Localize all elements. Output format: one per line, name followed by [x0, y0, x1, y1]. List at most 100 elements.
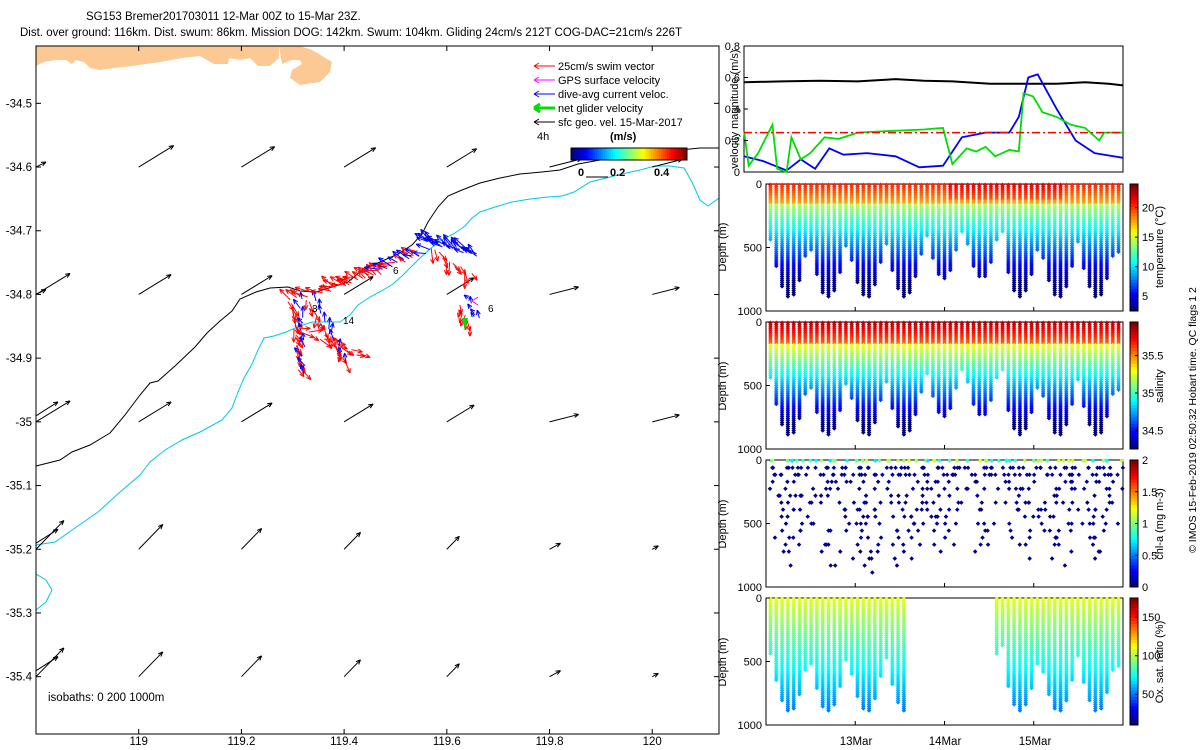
speed-colorbar-cell	[625, 148, 628, 160]
map-legend: 25cm/s swim vector GPS surface velocity …	[533, 61, 688, 179]
speed-colorbar	[570, 147, 688, 161]
speed-colorbar-cell	[637, 148, 640, 160]
speed-colorbar-cell	[669, 148, 672, 160]
colorbar-cell	[1130, 247, 1138, 252]
colorbar-cell	[1130, 272, 1138, 277]
geo-vector	[343, 532, 361, 550]
speed-colorbar-cell	[587, 148, 590, 160]
colorbar-cell	[1130, 285, 1138, 290]
map-ytick-label: -34.9	[6, 353, 32, 365]
speed-colorbar-cell	[663, 148, 666, 160]
map-xtick-label: 119.2	[227, 736, 255, 748]
geostrophic-vectors	[36, 145, 683, 678]
map-xtick-label: 119.6	[433, 736, 461, 748]
legend-net-label: net glider velocity	[558, 103, 643, 115]
geo-vector	[36, 656, 59, 672]
geo-vector	[241, 528, 262, 550]
colorbar-tick-1: 0.2	[610, 167, 625, 179]
speed-colorbar-cell	[635, 148, 638, 160]
velocity-ylabel: velocity magnitude (m/s)	[729, 49, 741, 168]
colorbar-tick-label: 15	[1142, 232, 1154, 244]
land-area	[36, 46, 279, 70]
speed-colorbar-cell	[575, 148, 578, 160]
colorbar-cell	[1130, 282, 1138, 287]
waypoint-label-6b: 6	[488, 304, 494, 315]
map-ytick-label: -34.7	[6, 226, 32, 238]
section-ytick-label: 0	[756, 179, 762, 191]
speed-colorbar-cell	[645, 148, 648, 160]
map-xtick-label: 119	[130, 736, 148, 748]
colorbar-tick-2: 0.4	[654, 167, 670, 179]
geo-vector	[446, 663, 460, 678]
speed-colorbar-cell	[597, 148, 600, 160]
colorbar-tick-label: 5	[1142, 291, 1148, 303]
colorbar-cell	[1130, 222, 1138, 226]
land-area-2	[279, 46, 332, 85]
geo-vector	[241, 146, 275, 168]
colorbar-cell	[1130, 304, 1138, 309]
speed-colorbar-cell	[623, 148, 626, 160]
map-ytick-label: -34.8	[6, 289, 32, 301]
speed-colorbar-cell	[605, 148, 608, 160]
colorbar-cell	[1130, 199, 1138, 204]
colorbar-cell	[1130, 231, 1138, 236]
colorbar-cell	[1130, 253, 1138, 258]
geo-vector	[241, 402, 273, 423]
speed-colorbar-cell	[653, 148, 656, 160]
colorbar-cell	[1130, 196, 1138, 201]
colorbar-cell	[1130, 298, 1138, 302]
speed-colorbar-cell	[629, 148, 632, 160]
speed-colorbar-cell	[667, 148, 670, 160]
velocity-frame	[743, 45, 1124, 173]
map-panel: 119 119.2 119.4 119.6 119.8 120-34.5-34.6-34.…	[6, 45, 720, 748]
colorbar-cell	[1130, 193, 1138, 198]
speed-colorbar-cell	[627, 148, 630, 160]
geo-vector	[36, 528, 59, 544]
section-ytick-label: 500	[744, 243, 762, 255]
waypoint-label-3: 3	[312, 304, 318, 315]
speed-colorbar-cell	[617, 148, 620, 160]
title-line-2: Dist. over ground: 116km. Dist. swum: 86…	[20, 27, 682, 39]
speed-colorbar-cell	[603, 148, 606, 160]
salinity-panel: 0500100034.53535.5	[738, 317, 1164, 456]
speed-colorbar-cell	[639, 148, 642, 160]
geo-vector	[343, 403, 374, 423]
colorbar-cell	[1130, 203, 1138, 207]
colorbar-cell	[1130, 301, 1138, 306]
speed-colorbar-cell	[591, 148, 594, 160]
speed-colorbar-cell	[589, 148, 592, 160]
legend-gps-label: GPS surface velocity	[558, 75, 661, 87]
speed-colorbar-cell	[659, 148, 662, 160]
geo-vector	[549, 670, 561, 678]
speed-colorbar-cell	[611, 148, 614, 160]
temperature-panel: 050010005101520	[738, 179, 1155, 318]
geo-vector	[446, 404, 475, 423]
map-xtick-label: 120	[643, 736, 662, 748]
geo-vector	[138, 651, 164, 678]
speed-colorbar-cell	[681, 148, 684, 160]
colorbar-cell	[1130, 184, 1138, 188]
colorbar-cell	[1130, 209, 1138, 214]
map-ytick-label: -35.2	[6, 544, 32, 556]
map-ytick-label: -34.6	[6, 162, 32, 174]
speed-colorbar-cell	[675, 148, 678, 160]
speed-colorbar-cell	[647, 148, 650, 160]
velocity-panel: 00.20.40.60.8 velocity magnitude (m/s)	[725, 41, 1124, 179]
geo-vector	[549, 286, 579, 295]
speed-colorbar-cell	[573, 148, 576, 160]
speed-colorbar-cell	[657, 148, 660, 160]
colorbar-cell	[1130, 237, 1138, 242]
speed-colorbar-cell	[615, 148, 618, 160]
map-ytick-label: -35.3	[6, 608, 32, 620]
speed-colorbar-cell	[677, 148, 680, 160]
colorbar-cell	[1130, 269, 1138, 274]
geo-vector	[138, 401, 172, 423]
colorbar-cell	[1130, 250, 1138, 255]
geo-vector	[138, 145, 174, 168]
geo-vector	[138, 524, 164, 550]
colorbar-cell	[1130, 215, 1138, 220]
colorbar-cell	[1130, 234, 1138, 239]
title-line-1: SG153 Bremer201703011 12-Mar 00Z to 15-M…	[86, 11, 361, 23]
colorbar-cell	[1130, 257, 1138, 261]
speed-colorbar-cell	[601, 148, 604, 160]
